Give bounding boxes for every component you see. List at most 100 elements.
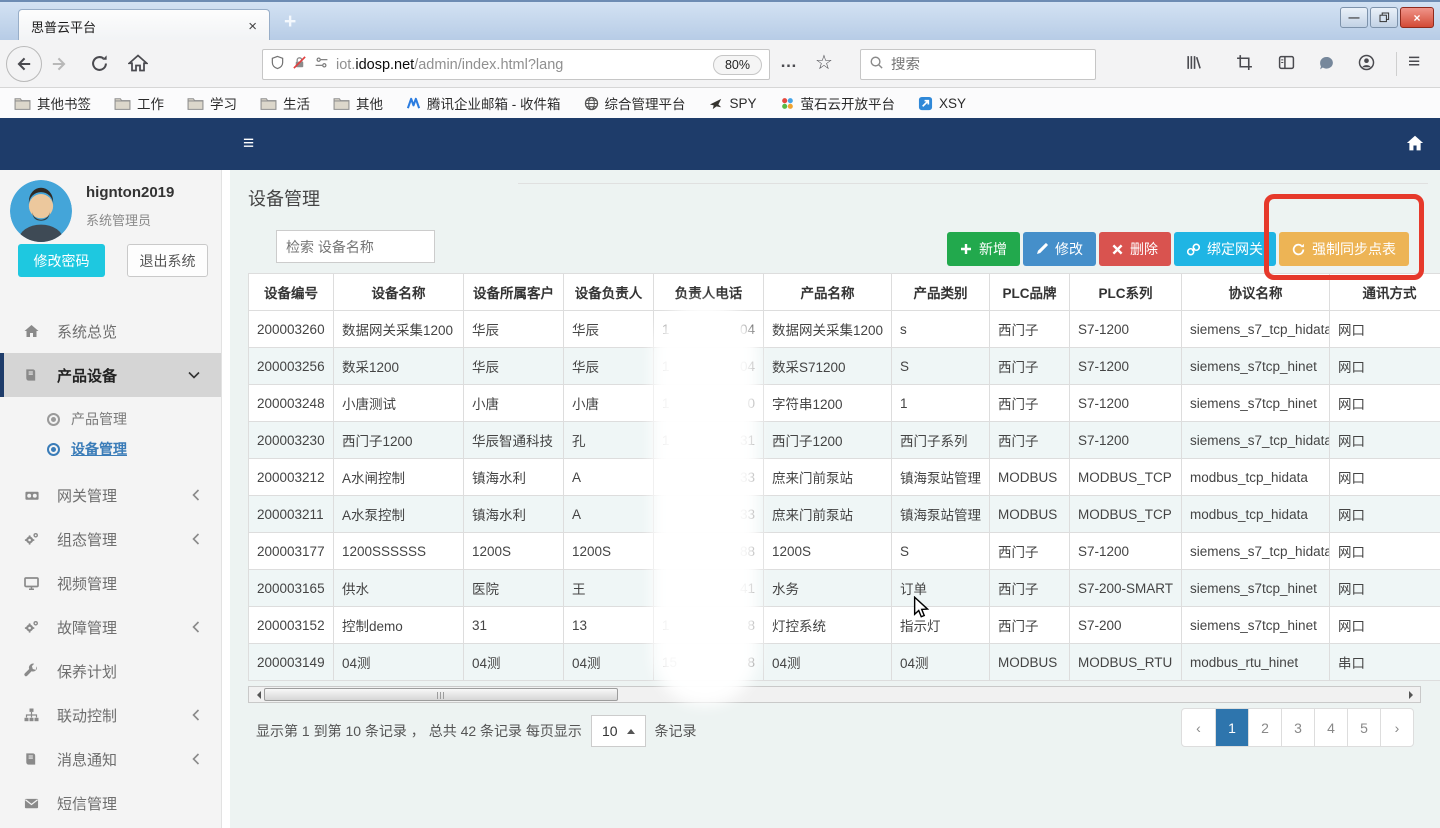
sidebar-toggle-icon[interactable] xyxy=(1278,54,1295,71)
sidebar-item-联动控制[interactable]: 联动控制 xyxy=(0,693,222,737)
bookmark-item[interactable]: SPY xyxy=(709,96,757,111)
table-cell: MODBUS xyxy=(990,644,1070,681)
bookmark-item[interactable]: 工作 xyxy=(114,93,164,113)
table-cell: S7-1200 xyxy=(1070,422,1182,459)
account-icon[interactable] xyxy=(1358,54,1375,71)
sidebar-item-短信管理[interactable]: 短信管理 xyxy=(0,781,222,825)
tab-close-icon[interactable]: × xyxy=(248,18,257,35)
table-row[interactable]: 200003165供水医院王41水务订单西门子S7-200-SMARTsieme… xyxy=(249,570,1440,607)
table-row[interactable]: 200003211A水泵控制镇海水利A33庶来门前泵站镇海泵站管理MODBUSM… xyxy=(249,496,1440,533)
table-row[interactable]: 200003212A水闸控制镇海水利A33庶来门前泵站镇海泵站管理MODBUSM… xyxy=(249,459,1440,496)
bookmark-item[interactable]: XSY xyxy=(918,96,966,111)
gears-icon xyxy=(23,531,42,547)
table-cell: S7-200-SMART xyxy=(1070,570,1182,607)
app-home-icon[interactable] xyxy=(1406,134,1424,157)
sidebar-item-保养计划[interactable]: 保养计划 xyxy=(0,649,222,693)
table-cell: 庶来门前泵站 xyxy=(764,459,892,496)
table-cell: siemens_s7tcp_hinet xyxy=(1182,385,1330,422)
table-cell: 灯控系统 xyxy=(764,607,892,644)
zoom-level-badge[interactable]: 80% xyxy=(713,55,762,75)
table-cell: 庶来门前泵站 xyxy=(764,496,892,533)
table-cell: A xyxy=(564,459,654,496)
pocket-chat-icon[interactable] xyxy=(1318,55,1335,72)
sidebar-item-视频管理[interactable]: 视频管理 xyxy=(0,561,222,605)
new-tab-button[interactable]: + xyxy=(284,10,296,34)
bookmark-item[interactable]: 学习 xyxy=(187,93,237,113)
page-next[interactable]: › xyxy=(1380,709,1413,746)
circle-dot-icon xyxy=(47,443,60,456)
table-cell: 王 xyxy=(564,570,654,607)
change-password-button[interactable]: 修改密码 xyxy=(18,244,105,277)
back-button[interactable] xyxy=(6,46,42,82)
button-label: 新增 xyxy=(979,239,1007,259)
toolbar-button-新增[interactable]: 新增 xyxy=(947,232,1020,266)
device-search-input[interactable] xyxy=(276,230,435,263)
table-cell: 数据网关采集1200 xyxy=(334,311,464,348)
tracking-shield-icon[interactable] xyxy=(270,55,285,75)
table-row[interactable]: 200003260数据网关采集1200华辰华辰104数据网关采集1200s西门子… xyxy=(249,311,1440,348)
page-2[interactable]: 2 xyxy=(1248,709,1281,746)
screenshot-icon[interactable] xyxy=(1236,54,1253,71)
avatar[interactable] xyxy=(10,180,72,242)
home-button[interactable] xyxy=(128,53,148,73)
insecure-lock-icon[interactable] xyxy=(292,55,307,75)
table-row[interactable]: 2000031771200SSSSSS1200S1200S881200SS西门子… xyxy=(249,533,1440,570)
page-3[interactable]: 3 xyxy=(1281,709,1314,746)
bookmark-label: 工作 xyxy=(137,93,164,113)
logout-button[interactable]: 退出系统 xyxy=(127,244,208,277)
bookmark-star-icon[interactable]: ☆ xyxy=(815,50,833,75)
toolbar-button-修改[interactable]: 修改 xyxy=(1023,232,1096,266)
scrollbar-thumb[interactable] xyxy=(264,688,618,701)
folder-icon xyxy=(333,96,350,111)
browser-tab[interactable]: 思普云平台 × xyxy=(18,9,270,42)
sidebar-item-产品设备[interactable]: 产品设备 xyxy=(0,353,222,397)
table-row[interactable]: 200003230西门子1200华辰智通科技孔131西门子1200西门子系列西门… xyxy=(249,422,1440,459)
table-row[interactable]: 200003256数采1200华辰华辰104数采S71200S西门子S7-120… xyxy=(249,348,1440,385)
scroll-right-arrow[interactable] xyxy=(1405,687,1420,702)
page-4[interactable]: 4 xyxy=(1314,709,1347,746)
sidebar-item-系统总览[interactable]: 系统总览 xyxy=(0,309,222,353)
table-row[interactable]: 200003248小唐测试小唐小唐10字符串12001西门子S7-1200sie… xyxy=(249,385,1440,422)
sidebar-submenu: 产品管理设备管理 xyxy=(0,397,222,473)
bookmark-item[interactable]: 萤石云开放平台 xyxy=(780,93,896,113)
folder-icon xyxy=(114,96,131,111)
browser-search-input[interactable] xyxy=(891,57,1061,73)
sidebar-item-网关管理[interactable]: 网关管理 xyxy=(0,473,222,517)
browser-search-box[interactable] xyxy=(860,49,1096,80)
restore-button[interactable] xyxy=(1370,7,1398,28)
page-prev[interactable]: ‹ xyxy=(1182,709,1215,746)
table-cell: 网口 xyxy=(1330,459,1440,496)
bookmark-item[interactable]: 腾讯企业邮箱 - 收件箱 xyxy=(406,93,561,113)
bookmark-label: XSY xyxy=(939,96,966,111)
toolbar-button-删除[interactable]: 删除 xyxy=(1099,232,1171,266)
toolbar-button-绑定网关[interactable]: 绑定网关 xyxy=(1174,232,1276,266)
table-row[interactable]: 20000314904测04测04测15804测04测MODBUSMODBUS_… xyxy=(249,644,1440,681)
sidebar-item-组态管理[interactable]: 组态管理 xyxy=(0,517,222,561)
horizontal-scrollbar[interactable] xyxy=(248,686,1421,703)
reload-button[interactable] xyxy=(90,54,109,73)
sidebar-item-消息通知[interactable]: 消息通知 xyxy=(0,737,222,781)
sidebar-subitem-产品管理[interactable]: 产品管理 xyxy=(0,404,222,434)
page-size-select[interactable]: 10 xyxy=(591,715,646,747)
page-1[interactable]: 1 xyxy=(1215,709,1248,746)
library-icon[interactable] xyxy=(1185,54,1202,71)
table-cell: 西门子1200 xyxy=(334,422,464,459)
bookmark-item[interactable]: 其他 xyxy=(333,93,383,113)
permissions-icon[interactable] xyxy=(314,55,329,75)
forward-button[interactable] xyxy=(50,55,68,73)
sidebar-item-故障管理[interactable]: 故障管理 xyxy=(0,605,222,649)
bookmark-item[interactable]: 综合管理平台 xyxy=(584,93,686,113)
menu-hamburger-icon[interactable]: ≡ xyxy=(1408,50,1420,74)
sidebar-collapse-icon[interactable]: ≡ xyxy=(243,133,254,155)
close-button[interactable]: × xyxy=(1400,7,1434,28)
scroll-left-arrow[interactable] xyxy=(249,687,264,702)
bookmark-item[interactable]: 其他书签 xyxy=(14,93,91,113)
bookmark-item[interactable]: 生活 xyxy=(260,93,310,113)
button-label: 绑定网关 xyxy=(1207,239,1263,259)
minimize-button[interactable]: — xyxy=(1340,7,1368,28)
page-actions-button[interactable]: … xyxy=(780,52,798,72)
page-5[interactable]: 5 xyxy=(1347,709,1380,746)
table-row[interactable]: 200003152控制demo311318灯控系统指示灯西门子S7-200sie… xyxy=(249,607,1440,644)
sidebar-subitem-设备管理[interactable]: 设备管理 xyxy=(0,434,222,464)
address-bar[interactable]: iot.idosp.net/admin/index.html?lang 80% xyxy=(262,49,770,80)
